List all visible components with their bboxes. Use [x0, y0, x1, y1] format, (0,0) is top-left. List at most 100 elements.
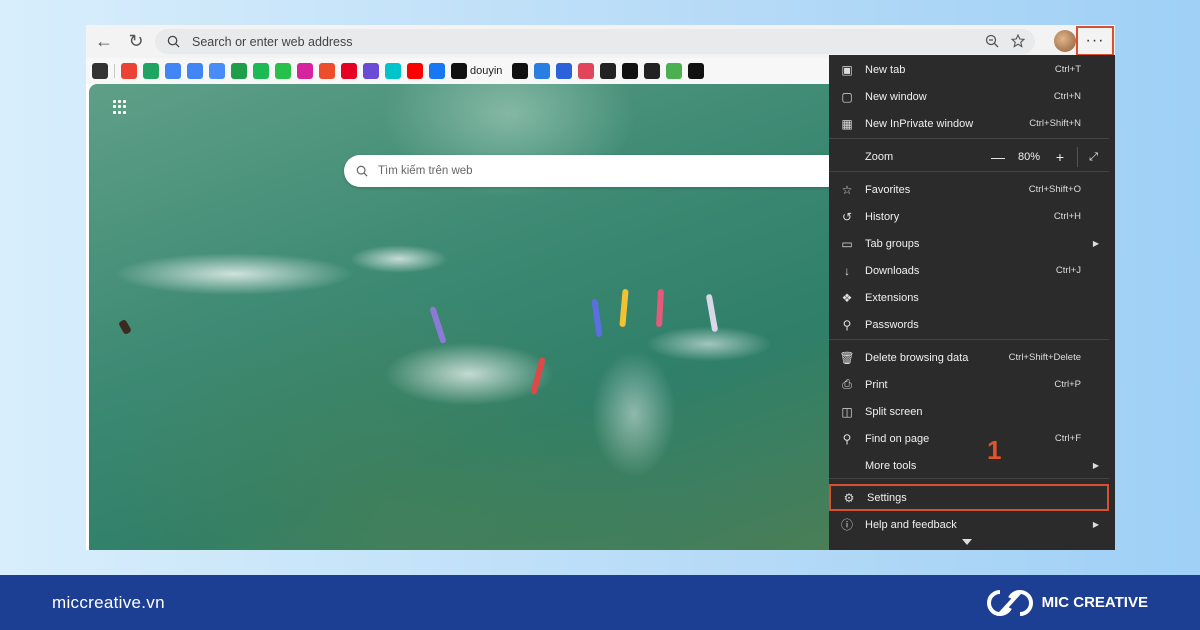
- profile-avatar[interactable]: [1054, 30, 1076, 52]
- menu-item-shortcut: Ctrl+Shift+N: [1029, 118, 1081, 129]
- fullscreen-icon[interactable]: ⤢: [1077, 146, 1109, 167]
- menu-scroll-down-icon[interactable]: [962, 539, 972, 545]
- menu-item-shortcut: Ctrl+N: [1053, 91, 1081, 102]
- search-icon: [356, 165, 368, 177]
- menu-item-label: New window: [865, 90, 927, 103]
- menu-item-print[interactable]: ⎙ Print Ctrl+P: [829, 371, 1109, 398]
- refresh-icon[interactable]: ↻: [122, 28, 150, 56]
- zoom-in-button[interactable]: +: [1049, 149, 1071, 165]
- brand-logo: MIC CREATIVE: [986, 588, 1148, 618]
- capcut-icon[interactable]: [622, 63, 639, 79]
- mic-creative-logo-icon: [986, 589, 1033, 616]
- menu-item-shortcut: Ctrl+P: [1054, 379, 1081, 390]
- menu-item-passwords[interactable]: ⚲ Passwords: [829, 311, 1109, 338]
- website-url: miccreative.vn: [52, 592, 165, 612]
- menu-item-new-tab[interactable]: ▣ New tab Ctrl+T: [829, 56, 1109, 83]
- menu-item-tab-groups[interactable]: ▭ Tab groups ▶: [829, 230, 1109, 257]
- new-window-icon: ▢: [841, 89, 853, 104]
- settings-and-more-button[interactable]: ···: [1076, 26, 1114, 56]
- address-bar[interactable]: Search or enter web address: [155, 29, 1035, 54]
- google-drive-icon[interactable]: [143, 63, 159, 79]
- surfboard: [530, 356, 546, 396]
- menu-item-label: Passwords: [865, 318, 919, 331]
- instagram-icon[interactable]: [297, 63, 313, 79]
- menu-item-shortcut: Ctrl+H: [1053, 211, 1081, 222]
- menu-item-label: Downloads: [865, 264, 920, 277]
- favorite-star-icon[interactable]: [1011, 34, 1025, 48]
- google-ads-icon[interactable]: [165, 63, 181, 79]
- menu-item-favorites[interactable]: ☆ Favorites Ctrl+Shift+O: [829, 176, 1109, 203]
- battery-icon[interactable]: [666, 63, 683, 79]
- menu-item-new-inprivate-window[interactable]: ▦ New InPrivate window Ctrl+Shift+N: [829, 110, 1109, 137]
- surfboard: [591, 298, 603, 338]
- gmail-icon[interactable]: [121, 63, 137, 79]
- menu-item-label: Tab groups: [865, 237, 920, 250]
- menu-item-more-tools[interactable]: More tools ▶: [829, 452, 1109, 479]
- copilot-icon[interactable]: [534, 63, 551, 79]
- menu-item-history[interactable]: ↺ History Ctrl+H: [829, 203, 1109, 230]
- browser-screenshot: ← ↻ Search or enter web address ··· douy…: [86, 25, 1115, 550]
- menu-item-zoom[interactable]: Zoom — 80% + ⤢: [829, 143, 1109, 170]
- search-icon: [167, 35, 180, 48]
- help-icon: ⓘ: [840, 518, 853, 532]
- menu-item-shortcut: Ctrl+Shift+Delete: [1008, 352, 1081, 363]
- menu-divider: [829, 171, 1109, 172]
- menu-item-label: Extensions: [865, 291, 919, 304]
- plus-green-icon[interactable]: [231, 63, 247, 79]
- menu-divider: [829, 138, 1109, 139]
- podcast-icon[interactable]: [275, 63, 291, 79]
- menu-divider: [829, 339, 1109, 340]
- w-app-2-icon[interactable]: [644, 63, 661, 79]
- x-2-icon[interactable]: [688, 63, 705, 79]
- new-tab-icon: ▣: [841, 62, 853, 77]
- x-icon[interactable]: [512, 63, 529, 79]
- pinterest-icon[interactable]: [341, 63, 357, 79]
- surfboard: [656, 288, 664, 328]
- shopee-icon[interactable]: [319, 63, 335, 79]
- split-screen-icon: ◫: [841, 404, 853, 419]
- w-app-icon[interactable]: [600, 63, 617, 79]
- menu-item-settings[interactable]: ⚙ Settings: [829, 484, 1109, 511]
- menu-item-label: More tools: [865, 459, 917, 472]
- submenu-arrow-icon: ▶: [1092, 520, 1099, 529]
- inprivate-icon: ▦: [841, 116, 853, 131]
- menu-item-shortcut: Ctrl+F: [1054, 433, 1081, 444]
- spotify-icon[interactable]: [253, 63, 269, 79]
- canva-icon[interactable]: [385, 63, 401, 79]
- menu-item-delete-browsing-data[interactable]: 🗑 Delete browsing data Ctrl+Shift+Delete: [829, 344, 1109, 371]
- zoom-icon[interactable]: [985, 34, 999, 48]
- reading-list-icon[interactable]: [92, 63, 108, 79]
- submenu-arrow-icon: ▶: [1092, 239, 1099, 248]
- menu-item-spacer: [839, 149, 855, 165]
- gear-icon: ⚙: [843, 490, 855, 505]
- google-docs-icon[interactable]: [187, 63, 203, 79]
- menu-item-extensions[interactable]: ❖ Extensions: [829, 284, 1109, 311]
- forms-icon[interactable]: [556, 63, 573, 79]
- facebook-icon[interactable]: [429, 63, 445, 79]
- puzzle-icon: ❖: [841, 290, 853, 305]
- swimmer: [118, 318, 132, 336]
- apps-grid-icon[interactable]: [113, 100, 127, 114]
- download-icon: ↓: [844, 263, 850, 278]
- menu-item-shortcut: Ctrl+T: [1054, 64, 1081, 75]
- submenu-arrow-icon: ▶: [1092, 461, 1099, 470]
- menu-item-downloads[interactable]: ↓ Downloads Ctrl+J: [829, 257, 1109, 284]
- zoom-out-button[interactable]: —: [987, 149, 1009, 165]
- menu-item-help-and-feedback[interactable]: ⓘ Help and feedback ▶: [829, 511, 1109, 538]
- tiktok-icon[interactable]: [451, 63, 467, 79]
- surfboard: [429, 306, 447, 344]
- youtube-icon[interactable]: [407, 63, 423, 79]
- gemini-icon[interactable]: [209, 63, 225, 79]
- menu-item-label: History: [865, 210, 900, 223]
- red-app-icon[interactable]: [578, 63, 595, 79]
- menu-item-new-window[interactable]: ▢ New window Ctrl+N: [829, 83, 1109, 110]
- back-icon[interactable]: ←: [90, 28, 118, 56]
- gem-icon[interactable]: [363, 63, 379, 79]
- more-tools-icon: [839, 458, 855, 474]
- menu-item-label: New tab: [865, 63, 906, 76]
- menu-item-find-on-page[interactable]: ⚲ Find on page Ctrl+F: [829, 425, 1109, 452]
- menu-item-split-screen[interactable]: ◫ Split screen: [829, 398, 1109, 425]
- favorite-label[interactable]: douyin: [470, 65, 502, 77]
- menu-item-label: Zoom: [865, 150, 894, 163]
- web-search-input[interactable]: Tìm kiếm trên web: [344, 155, 844, 187]
